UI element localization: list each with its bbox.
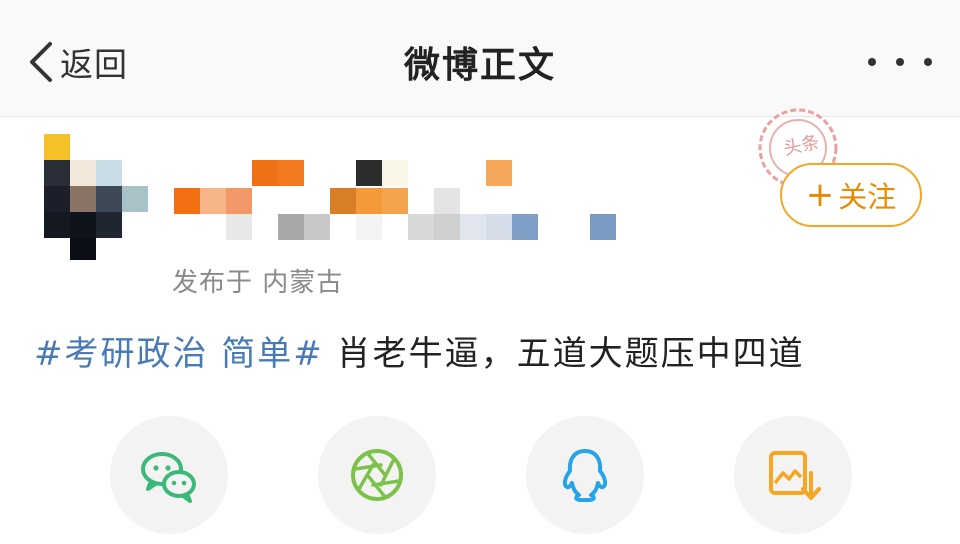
top-nav-bar: 返回 微博正文: [0, 0, 960, 117]
follow-button[interactable]: + 关注: [780, 163, 922, 227]
share-wechat-button[interactable]: [110, 416, 228, 534]
post-body: 肖老牛逼，五道大题压中四道: [323, 334, 805, 374]
share-moments-button[interactable]: [318, 416, 436, 534]
more-dot-icon: [924, 58, 932, 66]
hashtag-link[interactable]: #考研政治 简单#: [34, 334, 324, 374]
moments-icon: [351, 449, 403, 501]
page-title: 微博正文: [403, 45, 556, 86]
post-text: #考研政治 简单# 肖老牛逼，五道大题压中四道: [34, 326, 805, 375]
username[interactable]: [174, 160, 620, 240]
wechat-icon: [141, 452, 196, 503]
qq-icon: [562, 449, 608, 502]
more-dot-icon: [896, 58, 904, 66]
follow-label: 关注: [838, 180, 897, 214]
post-location: 发布于 内蒙古: [172, 268, 344, 298]
share-qq-button[interactable]: [526, 416, 644, 534]
more-dot-icon: [868, 58, 876, 66]
avatar[interactable]: [44, 134, 150, 260]
stamp-text: 头条: [782, 132, 822, 160]
plus-icon: +: [805, 175, 835, 215]
save-image-button[interactable]: [734, 416, 852, 534]
save-image-icon: [769, 451, 821, 500]
more-options-button[interactable]: [868, 50, 932, 74]
